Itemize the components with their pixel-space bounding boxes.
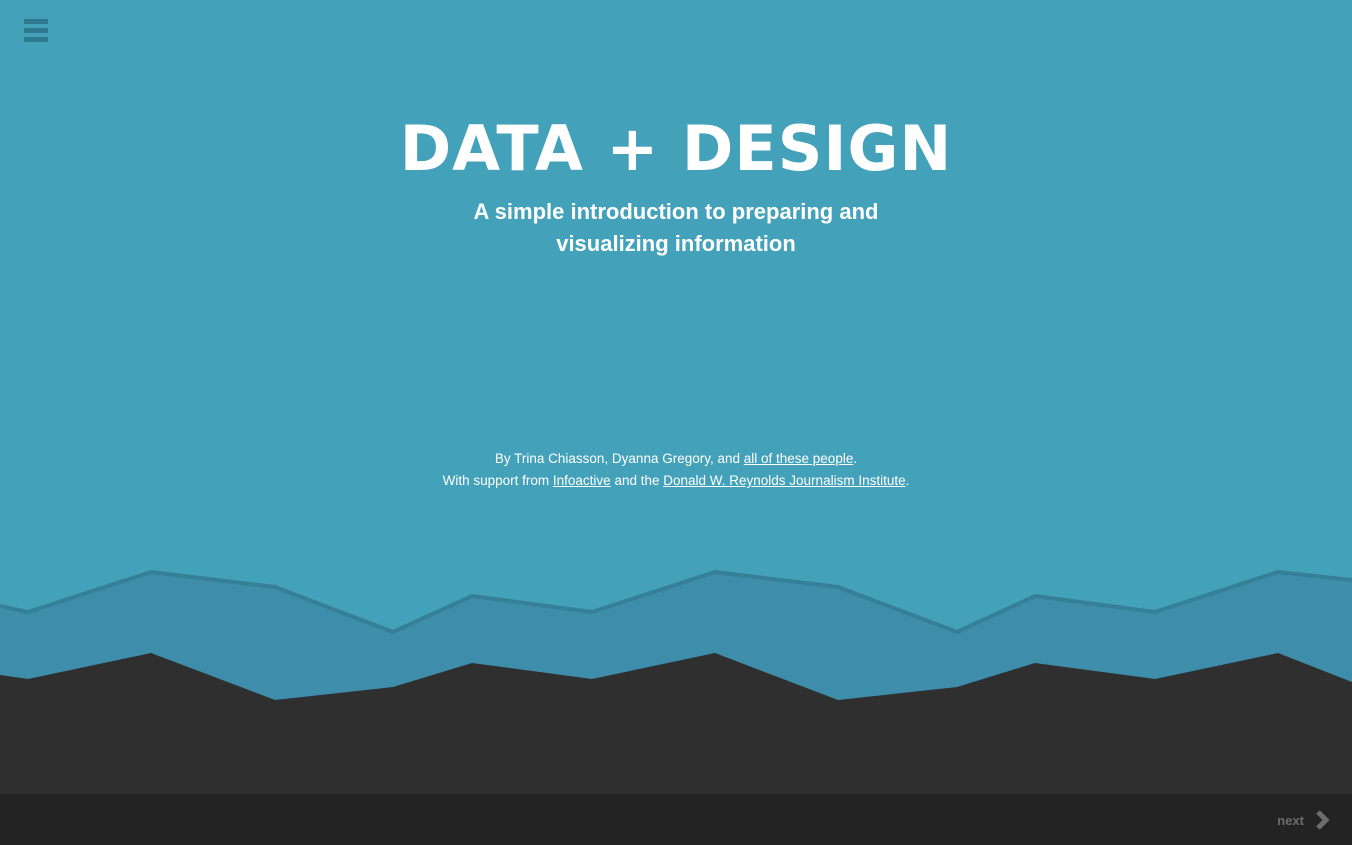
chevron-right-icon [1316,810,1330,830]
footer-bar [0,794,1352,845]
next-label: next [1277,812,1304,828]
next-button[interactable]: next [1277,808,1330,832]
mountain-landscape [0,570,1352,794]
